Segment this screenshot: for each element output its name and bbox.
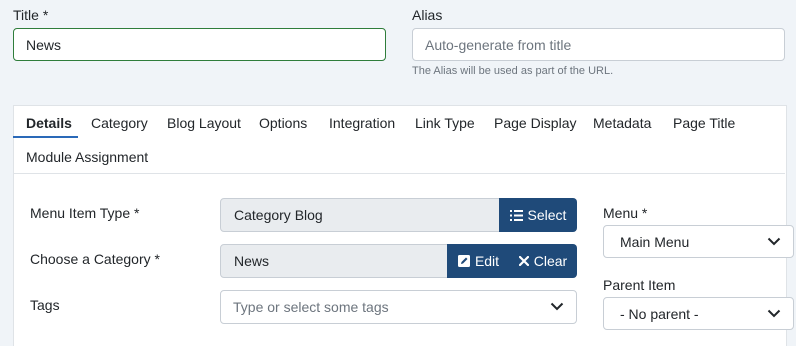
parent-item-value: - No parent - [620, 305, 699, 322]
tab-integration[interactable]: Integration [329, 115, 395, 131]
alias-help-text: The Alias will be used as part of the UR… [412, 65, 614, 77]
clear-button-label: Clear [533, 253, 568, 269]
tab-metadata[interactable]: Metadata [593, 115, 651, 131]
tags-label: Tags [30, 297, 60, 313]
active-tab-indicator [13, 136, 78, 138]
edit-icon [457, 255, 470, 267]
menu-value: Main Menu [620, 233, 690, 250]
menu-item-type-label: Menu Item Type * [30, 205, 140, 221]
title-label: Title * [13, 7, 49, 23]
tabs-divider [13, 173, 785, 174]
tab-blog-layout[interactable]: Blog Layout [167, 115, 241, 131]
category-value: News [234, 253, 270, 269]
tab-module-assignment[interactable]: Module Assignment [26, 149, 148, 165]
edit-category-button[interactable]: Edit [447, 244, 510, 278]
chevron-down-icon [767, 309, 781, 317]
tags-placeholder: Type or select some tags [233, 299, 389, 315]
list-icon [509, 209, 523, 221]
tab-link-type[interactable]: Link Type [415, 115, 475, 131]
tab-category[interactable]: Category [91, 115, 148, 131]
alias-placeholder: Auto-generate from title [425, 36, 572, 53]
parent-item-select[interactable]: - No parent - [603, 297, 794, 330]
category-field: News [220, 244, 448, 278]
tags-select[interactable]: Type or select some tags [220, 290, 577, 324]
title-input[interactable]: News [13, 28, 386, 61]
category-label: Choose a Category * [30, 251, 160, 267]
select-button-label: Select [527, 207, 567, 223]
chevron-down-icon [767, 237, 781, 245]
menu-item-type-field: Category Blog [220, 198, 500, 232]
menu-item-type-value: Category Blog [234, 207, 323, 223]
menu-select[interactable]: Main Menu [603, 225, 794, 258]
clear-category-button[interactable]: Clear [509, 244, 577, 278]
alias-input[interactable]: Auto-generate from title [412, 28, 785, 61]
edit-button-label: Edit [474, 253, 500, 269]
tab-page-title[interactable]: Page Title [673, 115, 735, 131]
select-menu-item-type-button[interactable]: Select [499, 198, 577, 232]
tab-details[interactable]: Details [26, 115, 72, 131]
chevron-down-icon [550, 302, 564, 311]
tab-page-display[interactable]: Page Display [494, 115, 577, 131]
menu-label: Menu * [603, 205, 648, 221]
title-input-value: News [26, 36, 62, 53]
alias-label: Alias [412, 7, 443, 23]
parent-item-label: Parent Item [603, 277, 676, 293]
close-icon [518, 256, 529, 266]
tab-options[interactable]: Options [259, 115, 307, 131]
